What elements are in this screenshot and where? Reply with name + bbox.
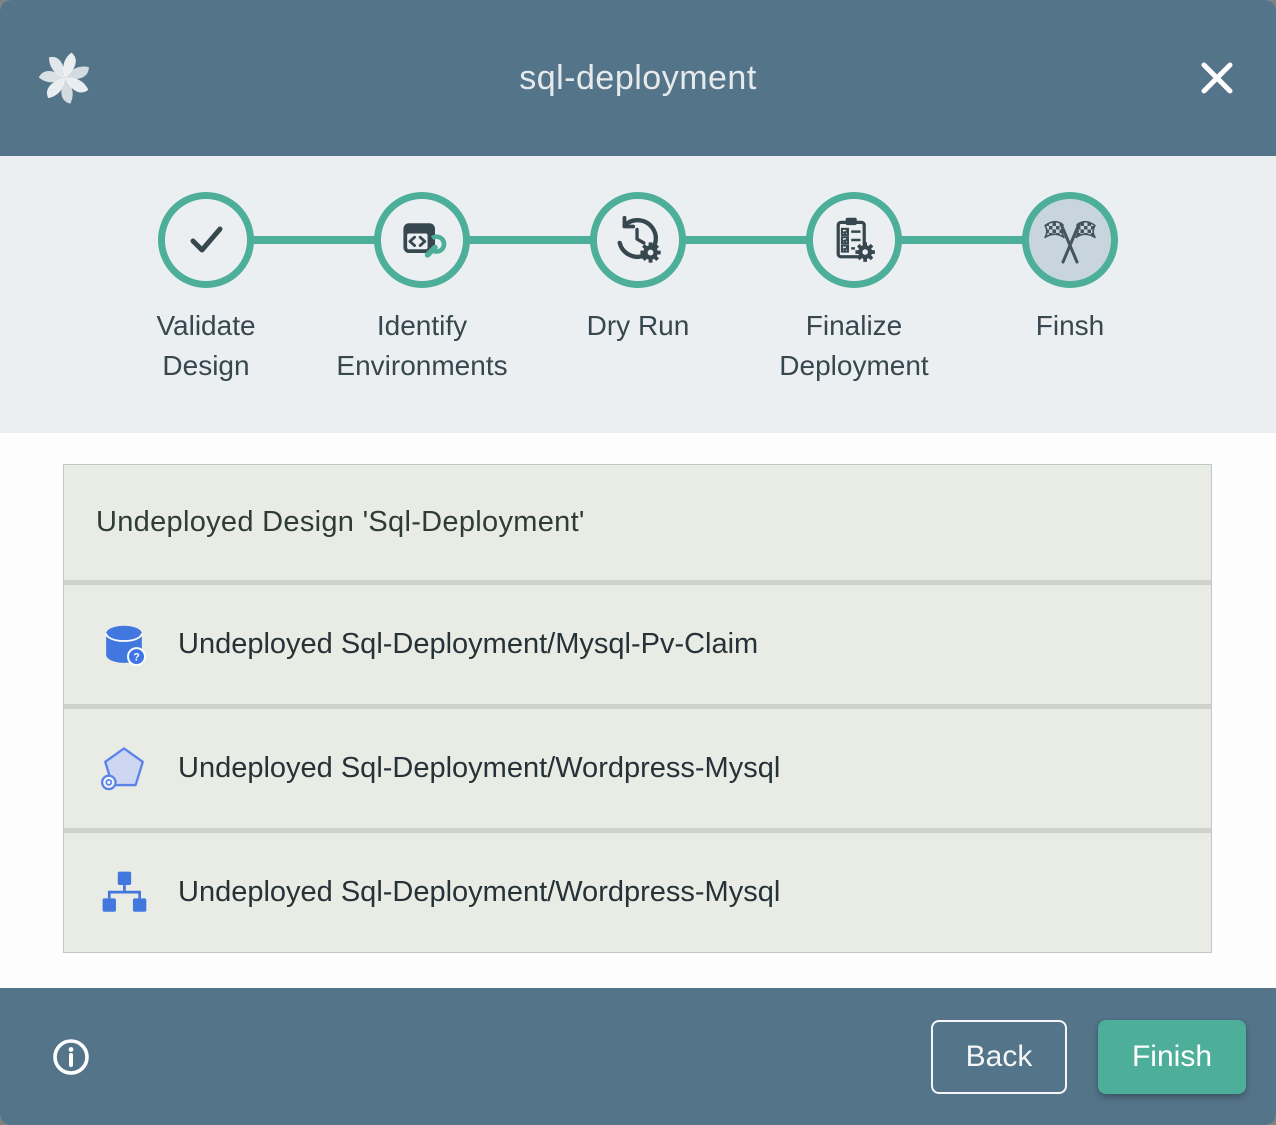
step-finalize-deployment[interactable]: Finalize Deployment xyxy=(746,192,962,386)
nirmata-pinwheel-logo xyxy=(36,49,128,107)
step-label: Finsh xyxy=(1036,306,1104,346)
step-identify-environments[interactable]: Identify Environments xyxy=(314,192,530,386)
sql-deployment-dialog: sql-deployment Validate Design xyxy=(0,0,1276,1125)
dialog-header: sql-deployment xyxy=(0,0,1276,156)
step-label: Finalize Deployment xyxy=(766,306,942,386)
dialog-title: sql-deployment xyxy=(128,59,1148,98)
status-row-wordpress-mysql-tree: Undeployed Sql-Deployment/Wordpress-Mysq… xyxy=(64,833,1211,952)
checkered-flags-icon[interactable] xyxy=(1022,192,1118,288)
check-icon[interactable] xyxy=(158,192,254,288)
status-row-design: Undeployed Design 'Sql-Deployment' xyxy=(64,465,1211,580)
status-row-mysql-pv-claim: ? Undeployed Sql-Deployment/Mysql-Pv-Cla… xyxy=(64,585,1211,704)
step-validate-design[interactable]: Validate Design xyxy=(98,192,314,386)
pentagon-icon xyxy=(99,744,149,794)
status-text: Undeployed Sql-Deployment/Wordpress-Mysq… xyxy=(178,876,780,909)
status-text: Undeployed Sql-Deployment/Wordpress-Mysq… xyxy=(178,752,780,785)
step-label: Validate Design xyxy=(118,306,294,386)
status-content-area: Undeployed Design 'Sql-Deployment' ? Und… xyxy=(0,433,1276,988)
info-icon[interactable] xyxy=(51,1037,91,1077)
wizard-stepper: Validate Design Identify Environments xyxy=(0,156,1276,433)
step-label: Identify Environments xyxy=(334,306,510,386)
back-button[interactable]: Back xyxy=(931,1020,1067,1094)
database-icon: ? xyxy=(99,620,149,670)
deployment-status-panel: Undeployed Design 'Sql-Deployment' ? Und… xyxy=(63,464,1212,953)
status-row-wordpress-mysql-app: Undeployed Sql-Deployment/Wordpress-Mysq… xyxy=(64,709,1211,828)
close-icon[interactable] xyxy=(1148,55,1240,101)
tree-icon xyxy=(99,868,149,918)
svg-text:?: ? xyxy=(133,651,140,663)
status-text: Undeployed Sql-Deployment/Mysql-Pv-Claim xyxy=(178,628,758,661)
status-text: Undeployed Design 'Sql-Deployment' xyxy=(96,506,585,539)
step-label: Dry Run xyxy=(587,306,690,346)
clipboard-gear-icon[interactable] xyxy=(806,192,902,288)
finish-button[interactable]: Finish xyxy=(1098,1020,1246,1094)
history-gear-icon[interactable] xyxy=(590,192,686,288)
step-finish[interactable]: Finsh xyxy=(962,192,1178,386)
step-dry-run[interactable]: Dry Run xyxy=(530,192,746,386)
dialog-footer: Back Finish xyxy=(0,988,1276,1125)
code-window-wrench-icon[interactable] xyxy=(374,192,470,288)
